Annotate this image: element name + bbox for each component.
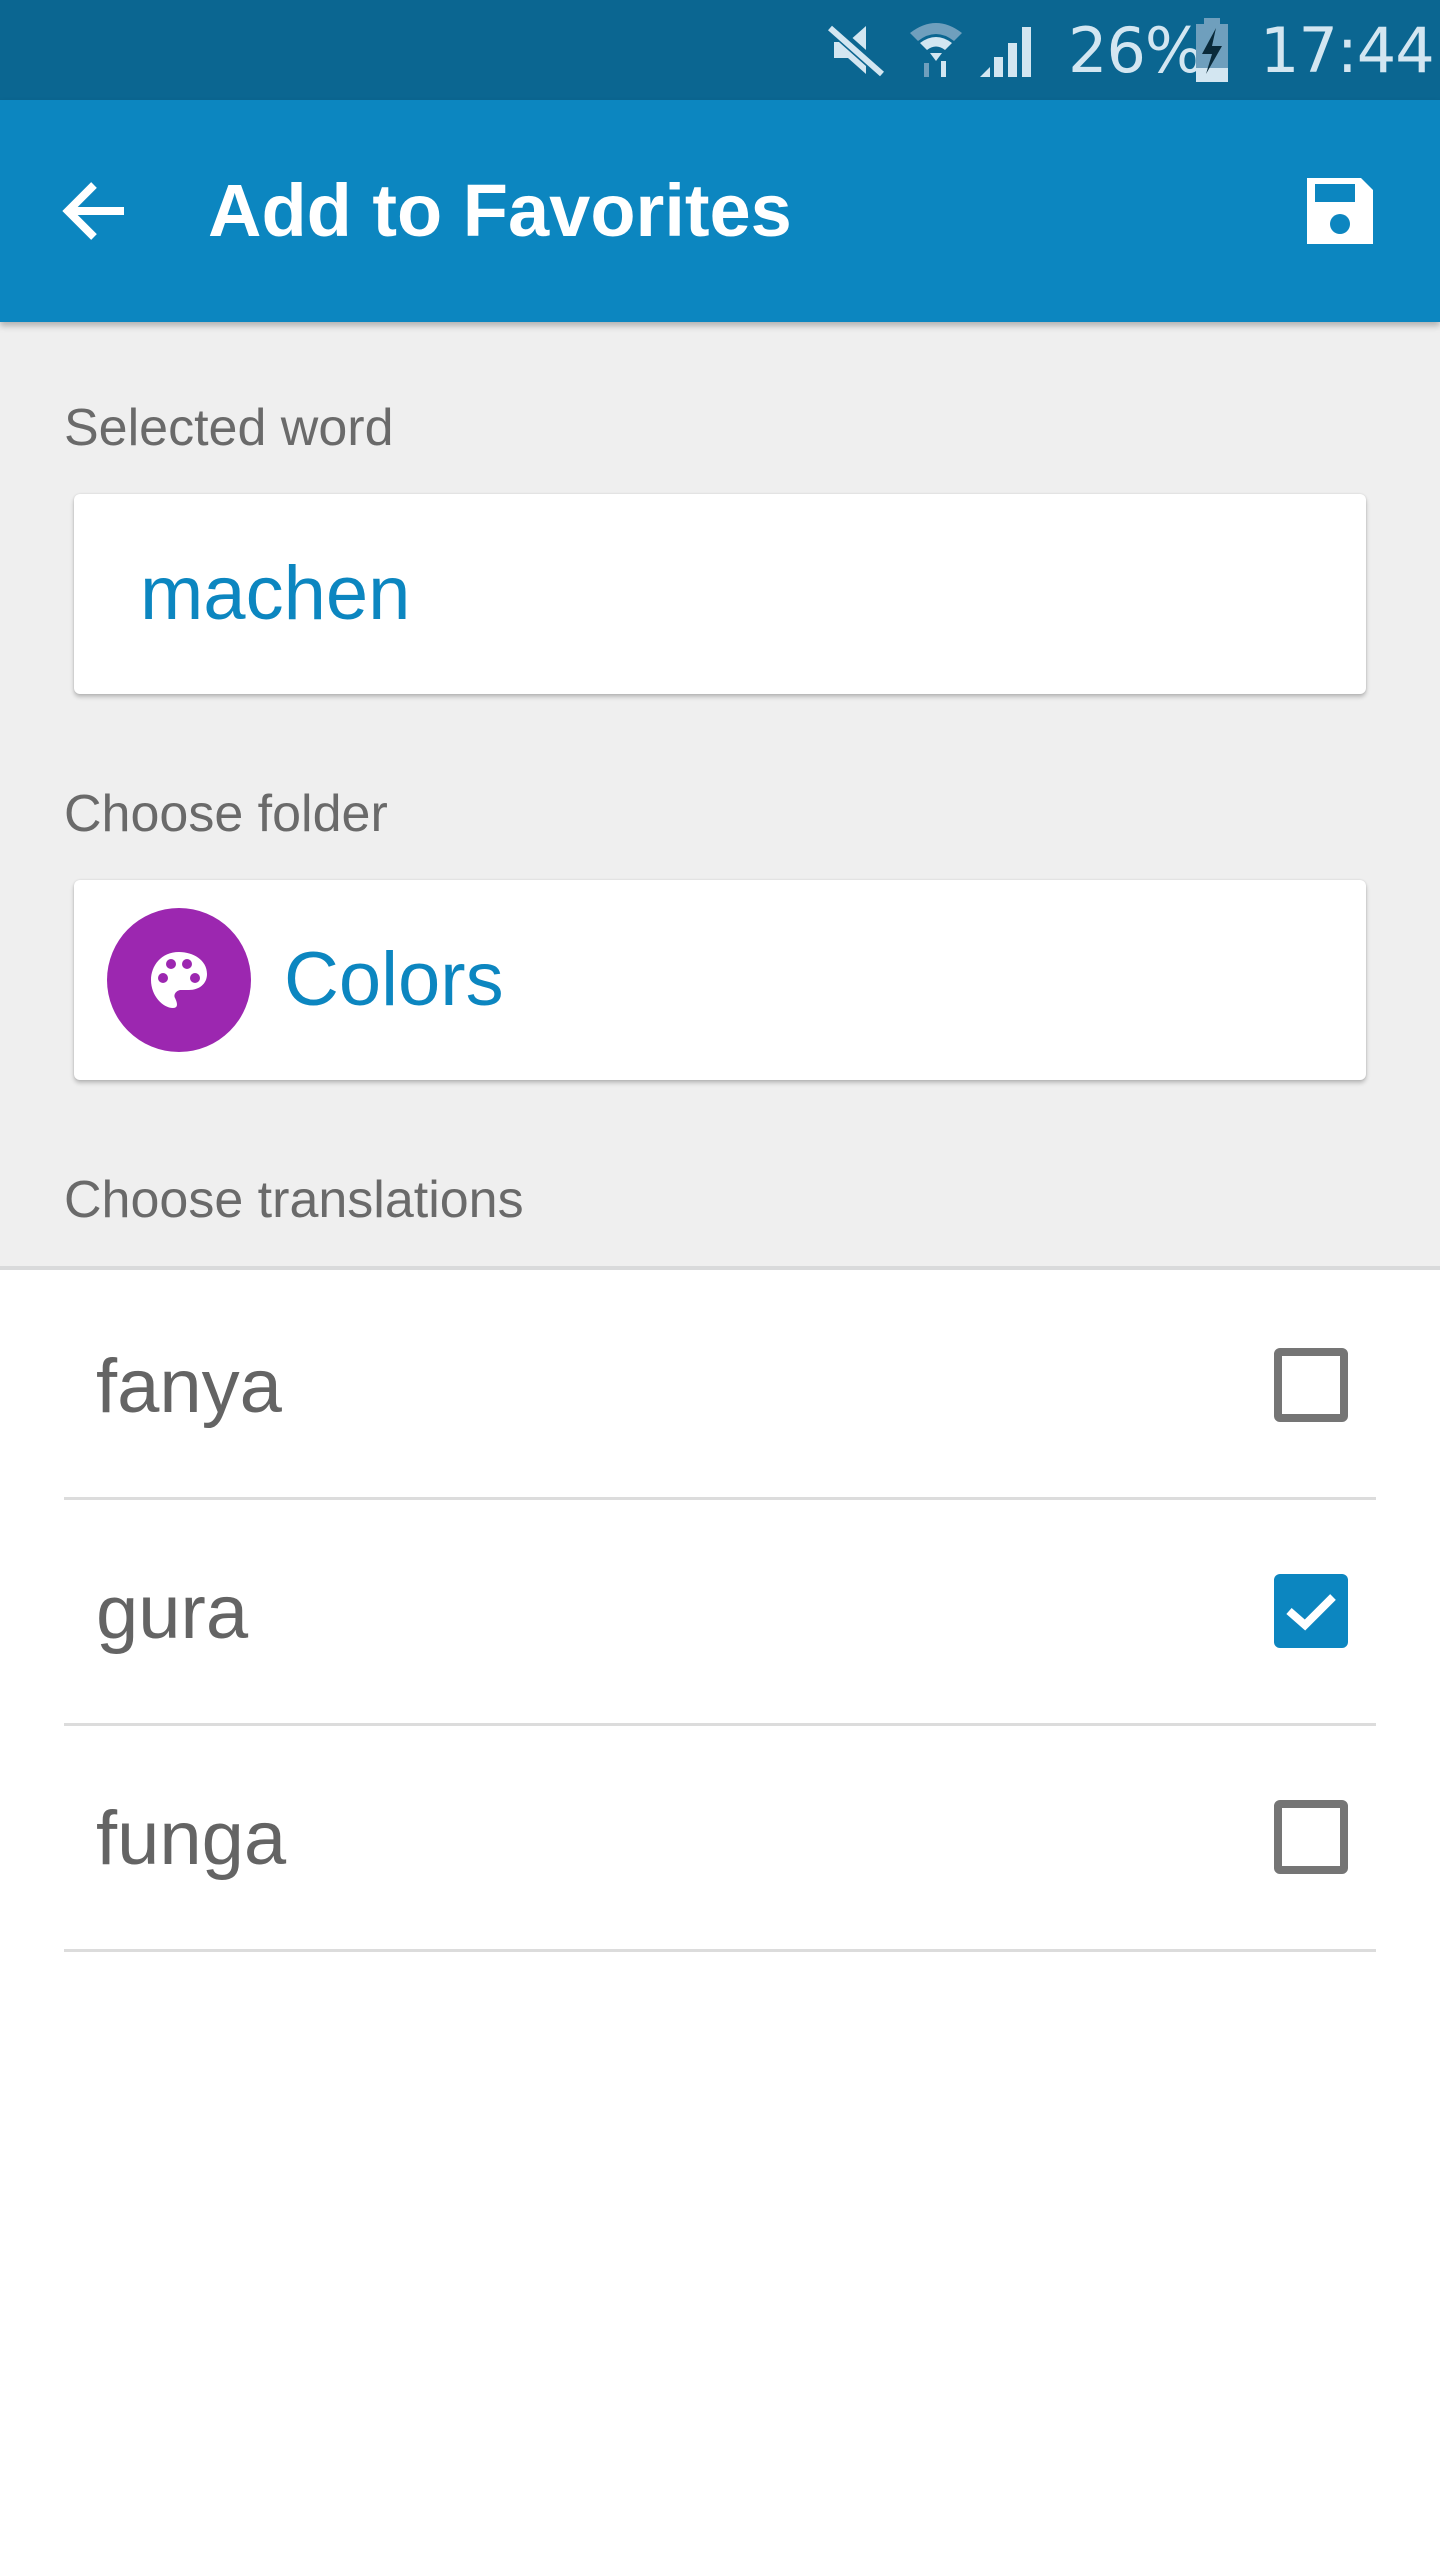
translation-label: gura: [96, 1570, 249, 1655]
folder-selector[interactable]: Colors: [74, 880, 1366, 1080]
mute-icon: [826, 0, 888, 100]
battery-charging-icon: [1194, 0, 1230, 100]
translation-row[interactable]: gura: [64, 1500, 1376, 1726]
status-bar: 26% 17:44: [0, 0, 1440, 100]
back-button[interactable]: [50, 166, 140, 256]
checkmark-icon: [1286, 1594, 1336, 1631]
choose-translations-label: Choose translations: [64, 1171, 524, 1229]
selected-word-label: Selected word: [64, 399, 394, 457]
translation-checkbox[interactable]: [1274, 1574, 1348, 1648]
battery-text: 26%: [1068, 0, 1204, 100]
clock: 17:44: [1260, 0, 1435, 100]
battery-percent: 26%: [1068, 13, 1204, 87]
folder-name: Colors: [284, 937, 504, 1022]
choose-folder-label: Choose folder: [64, 785, 388, 843]
translation-checkbox[interactable]: [1274, 1800, 1348, 1874]
save-button[interactable]: [1290, 166, 1390, 256]
floppy-disk-icon: [1307, 178, 1373, 244]
folder-icon-badge: [107, 908, 251, 1052]
palette-icon: [151, 952, 207, 1008]
signal-icon: [980, 0, 1034, 100]
translation-row[interactable]: fanya: [64, 1274, 1376, 1500]
translation-label: fanya: [96, 1344, 282, 1429]
selected-word-value: machen: [140, 551, 411, 636]
page-title: Add to Favorites: [208, 169, 792, 252]
time-text: 17:44: [1260, 13, 1435, 87]
selected-word-field[interactable]: machen: [74, 494, 1366, 694]
arrow-left-icon: [62, 182, 124, 240]
app-bar: Add to Favorites: [0, 100, 1440, 322]
translation-row[interactable]: funga: [64, 1726, 1376, 1952]
translation-checkbox[interactable]: [1274, 1348, 1348, 1422]
wifi-icon: [908, 0, 964, 100]
translation-label: funga: [96, 1796, 287, 1881]
form-area: Selected word machen Choose folder Color…: [0, 322, 1440, 1270]
